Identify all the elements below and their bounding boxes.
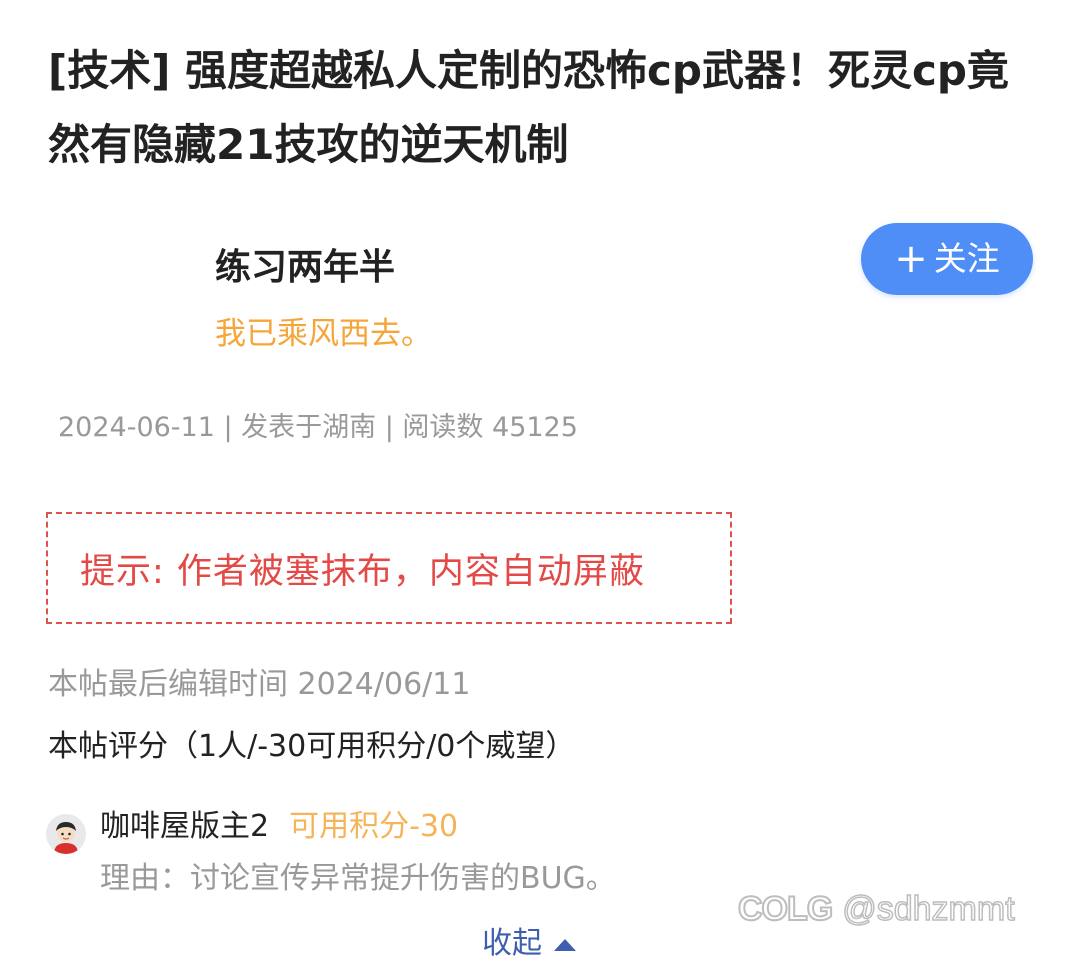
author-signature: 我已乘风西去。 [215, 316, 432, 352]
collapse-label: 收起 [482, 926, 542, 961]
follow-button[interactable]: + 关注 [861, 223, 1033, 295]
rating-entry: 咖啡屋版主2 可用积分-30 [46, 800, 458, 854]
plus-icon: + [894, 236, 928, 282]
blocked-content-notice: 提示: 作者被塞抹布，内容自动屏蔽 [46, 512, 732, 624]
author-name[interactable]: 练习两年半 [215, 240, 432, 296]
follow-label: 关注 [933, 239, 1000, 278]
collapse-button[interactable]: 收起 [482, 922, 576, 966]
rater-score: 可用积分-30 [289, 809, 459, 844]
watermark: COLG @sdhzmmt [737, 889, 1015, 929]
rating-reason: 理由：讨论宣传异常提升伤害的BUG。 [100, 861, 616, 896]
rater-name[interactable]: 咖啡屋版主2 [100, 807, 269, 847]
watermark-logo: COLG [737, 889, 834, 929]
notice-text: 提示: 作者被塞抹布，内容自动屏蔽 [80, 551, 645, 592]
post-title: [技术] 强度超越私人定制的恐怖cp武器！死灵cp竟然有隐藏21技攻的逆天机制 [48, 46, 1009, 169]
last-edit-time: 本帖最后编辑时间 2024/06/11 [48, 667, 471, 702]
avatar-icon [46, 814, 86, 854]
chevron-up-icon [554, 939, 576, 951]
author-info: 练习两年半 我已乘风西去。 [215, 240, 432, 360]
rating-summary: 本帖评分（1人/-30可用积分/0个威望） [48, 729, 576, 764]
post-meta: 2024-06-11 | 发表于湖南 | 阅读数 45125 [58, 412, 578, 443]
rater-avatar[interactable] [46, 814, 86, 854]
watermark-handle: @sdhzmmt [841, 889, 1015, 929]
